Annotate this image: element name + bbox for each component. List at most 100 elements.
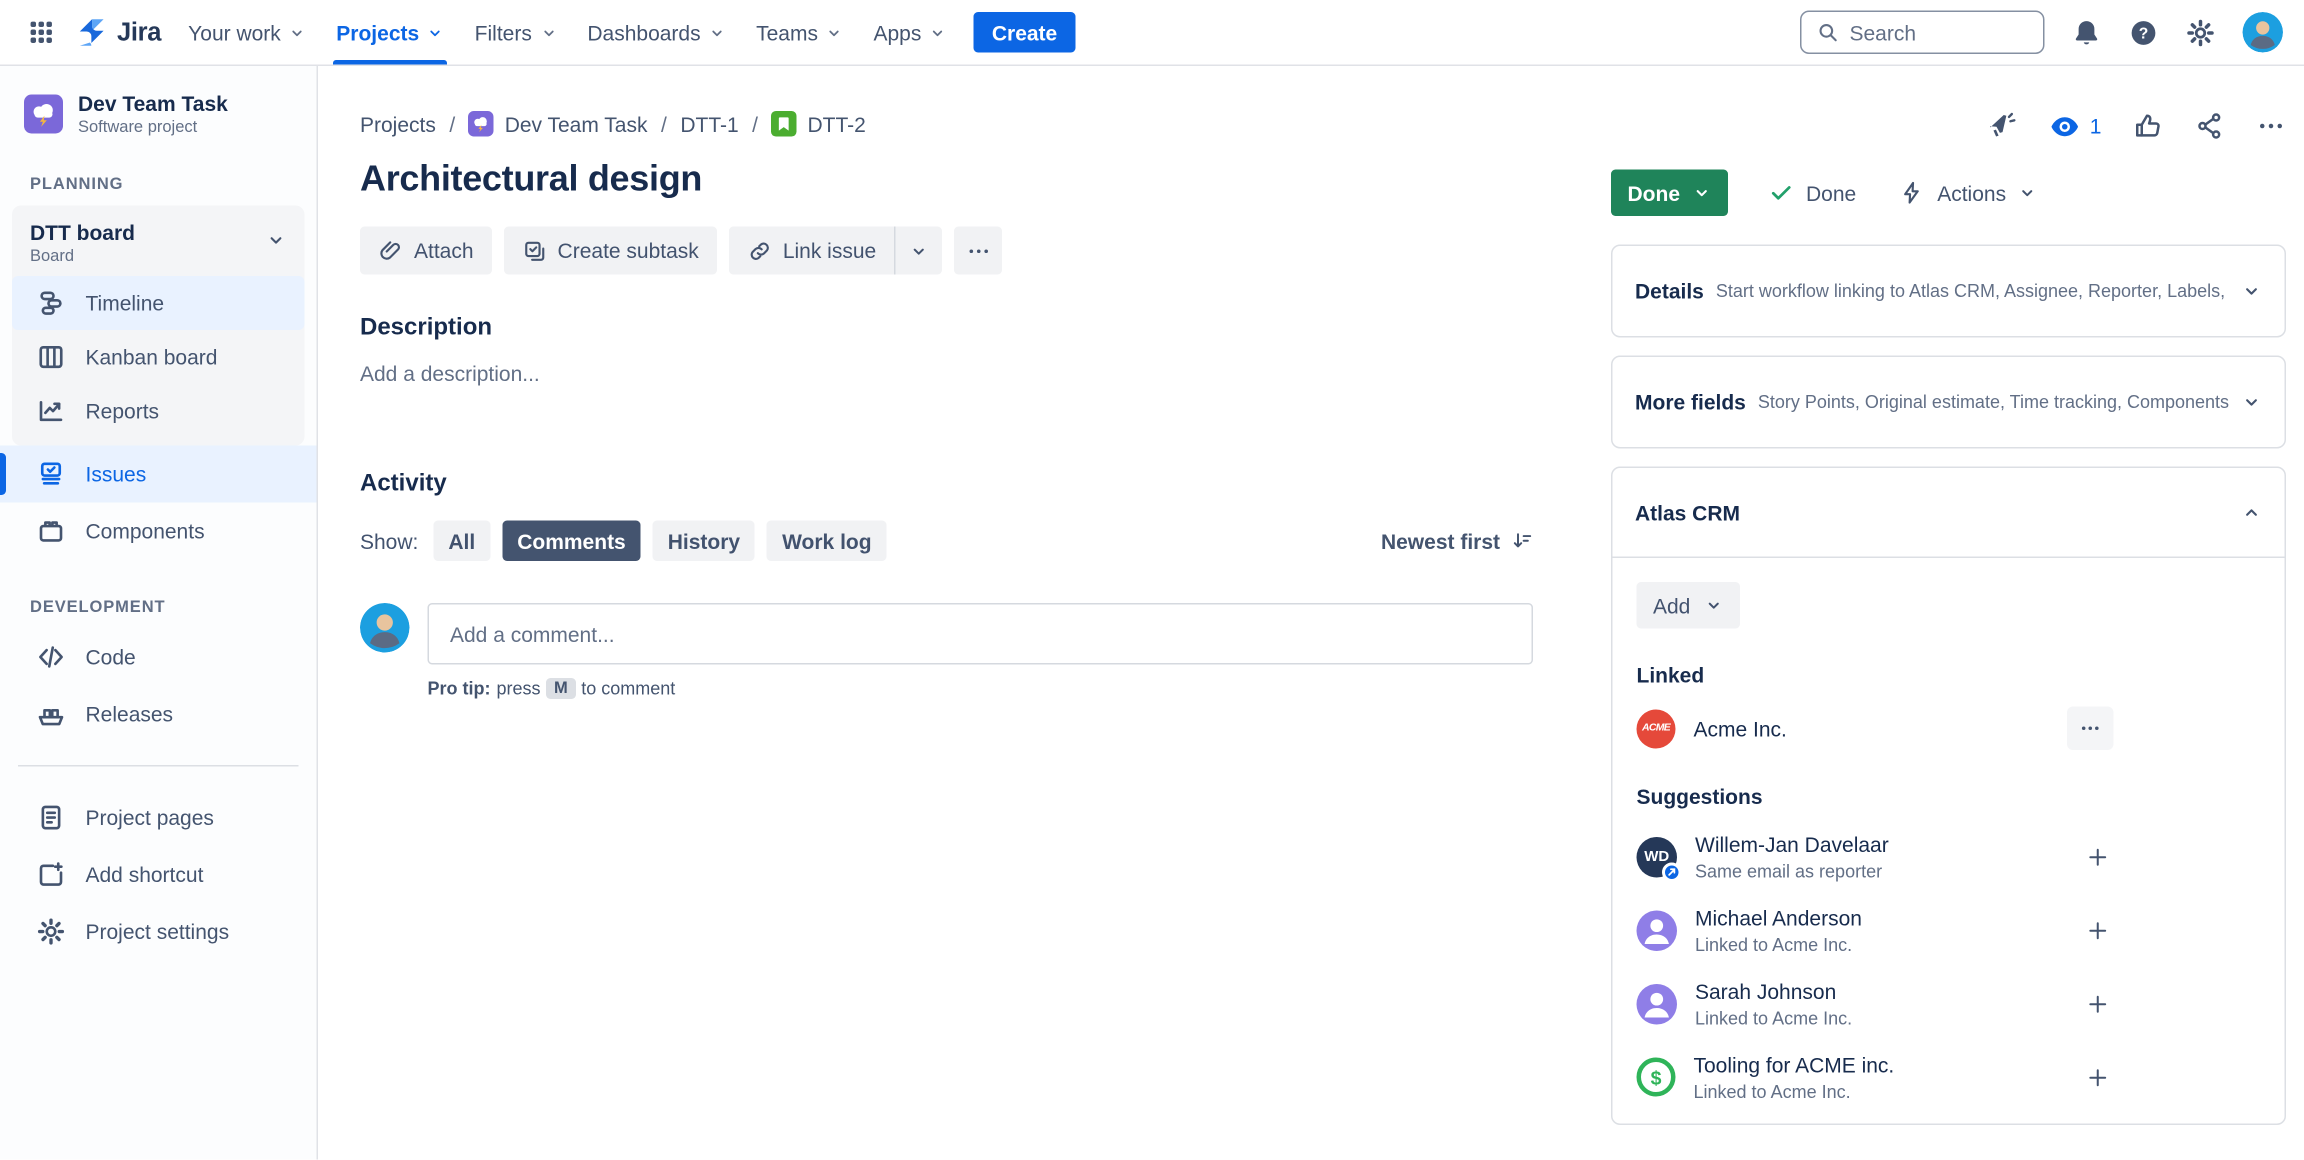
nav-item-apps[interactable]: Apps bbox=[858, 0, 961, 65]
notifications-bell-icon[interactable] bbox=[2072, 17, 2102, 47]
link-issue-dropdown[interactable] bbox=[896, 227, 943, 275]
sidebar-item-reports[interactable]: Reports bbox=[12, 384, 305, 438]
releases-ship-icon bbox=[36, 699, 66, 729]
linked-item-more-button[interactable] bbox=[2067, 707, 2114, 751]
details-panel-header[interactable]: Details Start workflow linking to Atlas … bbox=[1613, 246, 2285, 336]
filter-history[interactable]: History bbox=[653, 521, 755, 562]
chevron-down-icon bbox=[1704, 596, 1724, 616]
filter-all[interactable]: All bbox=[433, 521, 490, 562]
search-icon bbox=[1817, 21, 1840, 44]
sidebar-item-components[interactable]: Components bbox=[0, 503, 317, 560]
toolbar-more-button[interactable] bbox=[954, 227, 1002, 275]
add-suggestion-button[interactable] bbox=[2082, 1061, 2114, 1093]
linked-item-acme[interactable]: ACME Acme Inc. bbox=[1637, 707, 2114, 751]
issue-action-icons: 1 bbox=[1611, 111, 2286, 141]
create-subtask-button[interactable]: Create subtask bbox=[504, 227, 717, 275]
timeline-icon bbox=[36, 288, 66, 318]
settings-gear-icon[interactable] bbox=[2186, 17, 2216, 47]
filter-work-log[interactable]: Work log bbox=[767, 521, 886, 562]
chevron-down-icon bbox=[825, 23, 843, 41]
details-panel: Details Start workflow linking to Atlas … bbox=[1611, 245, 2286, 338]
sidebar-item-add-shortcut[interactable]: Add shortcut bbox=[0, 846, 317, 903]
breadcrumb-separator: / bbox=[661, 112, 667, 136]
filter-comments[interactable]: Comments bbox=[502, 521, 641, 562]
feedback-megaphone-icon[interactable] bbox=[1986, 110, 2018, 142]
activity-filter-row: Show: All Comments History Work log Newe… bbox=[360, 521, 1533, 562]
add-suggestion-button[interactable] bbox=[2082, 988, 2114, 1020]
create-button[interactable]: Create bbox=[974, 12, 1075, 53]
breadcrumb-current-issue[interactable]: DTT-2 bbox=[772, 111, 866, 137]
jira-logo[interactable]: Jira bbox=[69, 16, 173, 49]
sidebar-item-project-settings[interactable]: Project settings bbox=[0, 903, 317, 960]
project-header[interactable]: Dev Team Task Software project bbox=[0, 92, 317, 137]
suggestion-willem-jan-davelaar[interactable]: WD Willem-Jan Davelaar Same email as rep… bbox=[1637, 831, 2114, 882]
breadcrumb-parent-issue[interactable]: DTT-1 bbox=[680, 112, 738, 136]
sort-order-button[interactable]: Newest first bbox=[1381, 529, 1533, 553]
attach-button[interactable]: Attach bbox=[360, 227, 492, 275]
breadcrumb-separator: / bbox=[449, 112, 455, 136]
nav-item-teams[interactable]: Teams bbox=[741, 0, 858, 65]
watch-count: 1 bbox=[2090, 114, 2102, 138]
comment-input[interactable] bbox=[428, 603, 1534, 665]
nav-item-your-work[interactable]: Your work bbox=[173, 0, 321, 65]
watchers-control[interactable]: 1 bbox=[2049, 110, 2101, 142]
code-icon bbox=[36, 642, 66, 672]
check-icon bbox=[1769, 180, 1795, 206]
kanban-board-icon bbox=[36, 342, 66, 372]
actions-dropdown-button[interactable]: Actions bbox=[1900, 180, 2038, 206]
breadcrumb-separator: / bbox=[752, 112, 758, 136]
suggestion-tooling-for-acme[interactable]: $ Tooling for ACME inc. Linked to Acme I… bbox=[1637, 1052, 2114, 1103]
global-search[interactable] bbox=[1800, 11, 2045, 55]
atlas-crm-panel-header[interactable]: Atlas CRM bbox=[1613, 468, 2285, 558]
resolution-indicator: Done bbox=[1769, 180, 1857, 206]
issues-icon bbox=[36, 459, 66, 489]
suggestion-sarah-johnson[interactable]: Sarah Johnson Linked to Acme Inc. bbox=[1637, 978, 2114, 1029]
issue-side-panel: 1 Done bbox=[1611, 66, 2286, 1160]
more-fields-panel-header[interactable]: More fields Story Points, Original estim… bbox=[1613, 357, 2285, 447]
chevron-down-icon bbox=[539, 23, 557, 41]
nav-item-projects[interactable]: Projects bbox=[321, 0, 459, 65]
plus-icon bbox=[2085, 844, 2111, 870]
description-heading: Description bbox=[360, 315, 1533, 342]
add-suggestion-button[interactable] bbox=[2082, 914, 2114, 946]
atlas-crm-title: Atlas CRM bbox=[1635, 500, 1740, 524]
add-comment-row bbox=[360, 603, 1533, 665]
user-avatar[interactable] bbox=[2243, 12, 2284, 53]
jira-logo-icon bbox=[75, 16, 108, 49]
nav-item-dashboards[interactable]: Dashboards bbox=[572, 0, 741, 65]
sidebar-item-kanban-board[interactable]: Kanban board bbox=[12, 330, 305, 384]
board-switcher[interactable]: DTT board Board bbox=[12, 218, 305, 277]
add-suggestion-button[interactable] bbox=[2082, 841, 2114, 873]
atlas-crm-badge-icon bbox=[1662, 862, 1682, 882]
link-issue-button[interactable]: Link issue bbox=[729, 227, 894, 275]
vote-thumbs-up-icon[interactable] bbox=[2133, 111, 2163, 141]
share-icon[interactable] bbox=[2195, 111, 2225, 141]
jira-issue-page: Jira Your work Projects Filters Dashboar… bbox=[0, 0, 2304, 1160]
app-switcher-icon[interactable] bbox=[18, 10, 63, 55]
more-fields-panel: More fields Story Points, Original estim… bbox=[1611, 356, 2286, 449]
description-placeholder[interactable]: Add a description... bbox=[360, 362, 1533, 386]
show-label: Show: bbox=[360, 529, 418, 553]
sidebar-item-code[interactable]: Code bbox=[0, 629, 317, 686]
more-fields-summary: Story Points, Original estimate, Time tr… bbox=[1758, 392, 2229, 413]
link-issue-split-button: Link issue bbox=[729, 227, 942, 275]
search-input[interactable] bbox=[1850, 20, 2029, 44]
sidebar-item-releases[interactable]: Releases bbox=[0, 686, 317, 743]
sidebar-item-issues[interactable]: Issues bbox=[0, 446, 317, 503]
nav-item-filters[interactable]: Filters bbox=[460, 0, 573, 65]
project-settings-gear-icon bbox=[36, 917, 66, 947]
sidebar-item-project-pages[interactable]: Project pages bbox=[0, 789, 317, 846]
breadcrumb-project[interactable]: Dev Team Task bbox=[469, 111, 648, 137]
top-navigation-bar: Jira Your work Projects Filters Dashboar… bbox=[0, 0, 2304, 66]
jira-logo-text: Jira bbox=[117, 17, 161, 47]
sidebar-divider bbox=[18, 765, 299, 767]
sidebar-item-timeline[interactable]: Timeline bbox=[12, 276, 305, 330]
details-title: Details bbox=[1635, 279, 1704, 303]
suggestion-michael-anderson[interactable]: Michael Anderson Linked to Acme Inc. bbox=[1637, 905, 2114, 956]
breadcrumb-projects[interactable]: Projects bbox=[360, 112, 436, 136]
more-actions-icon[interactable] bbox=[2256, 111, 2286, 141]
project-sidebar: Dev Team Task Software project PLANNING … bbox=[0, 66, 318, 1160]
atlas-add-button[interactable]: Add bbox=[1637, 582, 1740, 629]
status-dropdown-button[interactable]: Done bbox=[1611, 170, 1728, 217]
help-icon[interactable]: ? bbox=[2129, 17, 2159, 47]
